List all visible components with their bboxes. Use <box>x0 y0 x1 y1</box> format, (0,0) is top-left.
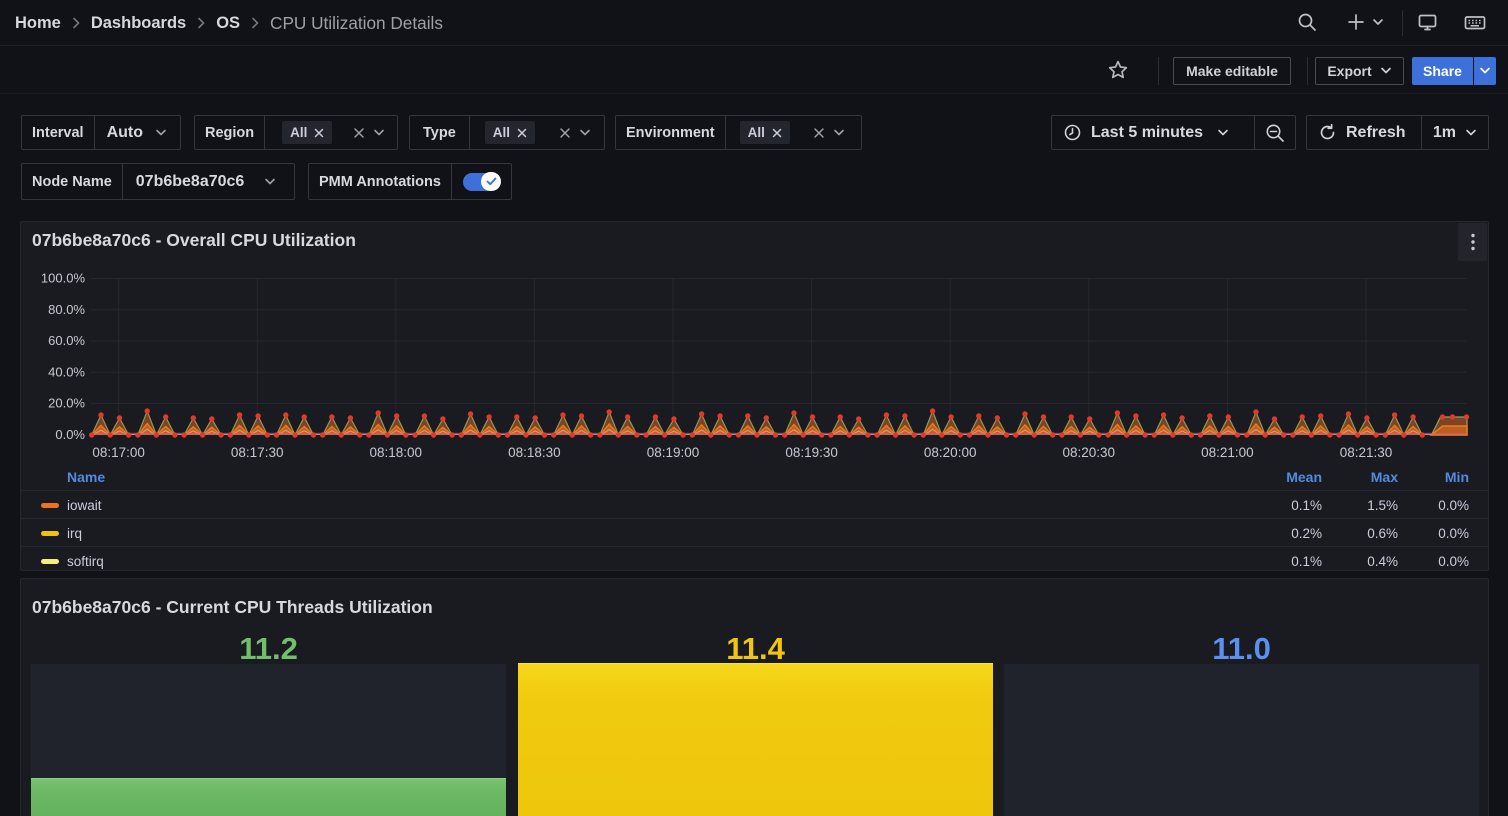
svg-text:60.0%: 60.0% <box>48 333 85 348</box>
svg-text:08:17:00: 08:17:00 <box>92 445 145 460</box>
svg-text:08:21:00: 08:21:00 <box>1201 445 1254 460</box>
svg-text:100.0%: 100.0% <box>41 271 86 286</box>
svg-text:08:18:30: 08:18:30 <box>508 445 561 460</box>
svg-text:08:21:30: 08:21:30 <box>1340 445 1393 460</box>
svg-text:40.0%: 40.0% <box>48 365 85 380</box>
svg-text:08:19:00: 08:19:00 <box>647 445 700 460</box>
svg-text:08:20:00: 08:20:00 <box>924 445 977 460</box>
svg-text:08:19:30: 08:19:30 <box>785 445 838 460</box>
svg-text:20.0%: 20.0% <box>48 396 85 411</box>
svg-text:80.0%: 80.0% <box>48 302 85 317</box>
svg-text:08:17:30: 08:17:30 <box>231 445 284 460</box>
svg-text:0.0%: 0.0% <box>55 427 85 442</box>
svg-text:08:20:30: 08:20:30 <box>1063 445 1116 460</box>
svg-text:08:18:00: 08:18:00 <box>370 445 423 460</box>
